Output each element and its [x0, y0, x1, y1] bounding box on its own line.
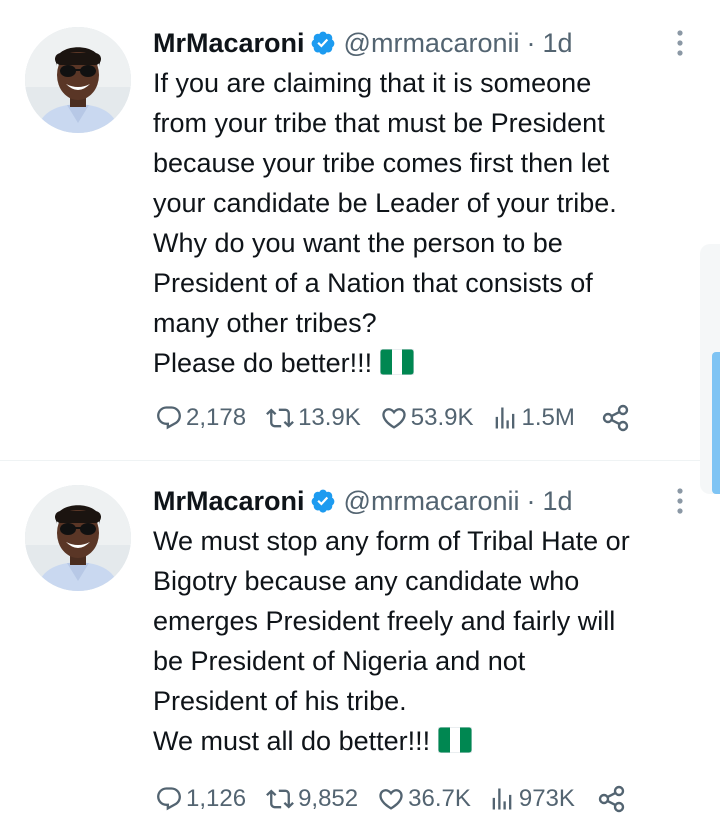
timestamp[interactable]: 1d [542, 485, 572, 517]
tweet-text-line: President of a Nation that consists of [153, 268, 593, 298]
tweet-text-fragment: We must all do better!!! [153, 726, 431, 756]
share-icon [597, 784, 627, 814]
tweet-text-fragment: Please do better!!! [153, 348, 373, 378]
reply-icon [155, 785, 183, 813]
separator-dot: · [526, 486, 536, 516]
tweet-text-line: President of his tribe. [153, 686, 407, 716]
scrollbar-thumb[interactable] [712, 352, 720, 494]
like-count: 53.9K [410, 404, 474, 431]
reply-icon [155, 404, 183, 432]
reply-button[interactable]: 1,126 [155, 785, 246, 813]
avatar[interactable] [25, 27, 131, 133]
author-handle[interactable]: @mrmacaronii [344, 27, 520, 59]
tweet-text-line: We must stop any form of Tribal Hate or [153, 526, 630, 556]
author-handle[interactable]: @mrmacaronii [344, 485, 520, 517]
heart-icon [376, 785, 406, 813]
verified-badge-icon [310, 30, 336, 56]
retweet-count: 9,852 [298, 785, 359, 812]
tweet-text-line: Why do you want the person to be [153, 228, 563, 258]
more-vertical-icon[interactable] [668, 28, 692, 58]
like-count: 36.7K [408, 785, 471, 812]
verified-badge-icon [310, 488, 336, 514]
tweet-header: MrMacaroni @mrmacaronii · 1d [153, 27, 573, 59]
like-button[interactable]: 53.9K [379, 404, 474, 432]
views-icon [490, 404, 520, 432]
tweet-text-line: many other tribes? [153, 308, 377, 338]
views-count: 1.5M [521, 404, 575, 431]
views-button[interactable]: 973K [487, 785, 575, 813]
avatar[interactable] [25, 485, 131, 591]
tweet-2[interactable]: MrMacaroni @mrmacaronii · 1d We must sto… [0, 461, 720, 831]
tweet-text-line-last: Please do better!!! [153, 343, 713, 386]
retweet-count: 13.9K [298, 404, 361, 431]
views-count: 973K [518, 785, 575, 812]
tweet-text-line: because your tribe comes first then let [153, 148, 610, 178]
share-button[interactable] [597, 784, 627, 814]
reply-count: 2,178 [186, 404, 247, 431]
tweet-text-line: emerges President freely and fairly will [153, 606, 616, 636]
retweet-icon [264, 404, 296, 432]
nigeria-flag-emoji [437, 724, 473, 764]
tweet-text-line: be President of Nigeria and not [153, 646, 526, 676]
tweet-header: MrMacaroni @mrmacaronii · 1d [153, 485, 573, 517]
heart-icon [379, 404, 409, 432]
tweet-1[interactable]: MrMacaroni @mrmacaronii · 1d If you are … [0, 0, 720, 460]
separator-dot: · [526, 28, 536, 58]
tweet-text-line: your candidate be Leader of your tribe. [153, 188, 617, 218]
tweet-actions: 1,126 9,852 36.7K 973K [155, 779, 627, 819]
tweet-text-line-last: We must all do better!!! [153, 721, 713, 764]
author-name[interactable]: MrMacaroni [153, 485, 305, 517]
reply-count: 1,126 [186, 785, 247, 812]
like-button[interactable]: 36.7K [376, 785, 471, 813]
tweet-text: We must stop any form of Tribal Hate or … [153, 521, 713, 764]
author-name[interactable]: MrMacaroni [153, 27, 305, 59]
more-vertical-icon[interactable] [668, 486, 692, 516]
retweet-button[interactable]: 13.9K [264, 404, 361, 432]
share-button[interactable] [601, 403, 631, 433]
tweet-actions: 2,178 13.9K 53.9K 1.5M [155, 398, 631, 438]
tweet-text: If you are claiming that it is someone f… [153, 63, 713, 386]
nigeria-flag-emoji [379, 346, 415, 386]
share-icon [601, 403, 631, 433]
views-icon [487, 785, 517, 813]
views-button[interactable]: 1.5M [490, 404, 575, 432]
tweet-text-line: Bigotry because any candidate who [153, 566, 580, 596]
retweet-icon [264, 785, 296, 813]
retweet-button[interactable]: 9,852 [264, 785, 358, 813]
reply-button[interactable]: 2,178 [155, 404, 246, 432]
timestamp[interactable]: 1d [542, 27, 572, 59]
tweet-text-line: If you are claiming that it is someone [153, 68, 592, 98]
tweet-text-line: from your tribe that must be President [153, 108, 605, 138]
